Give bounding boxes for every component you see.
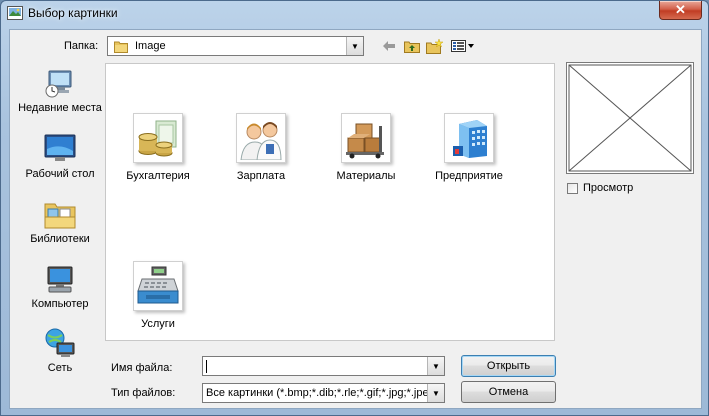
place-recent[interactable]: Недавние места bbox=[16, 67, 104, 115]
recent-places-icon bbox=[45, 70, 72, 98]
thumbnail bbox=[341, 113, 391, 163]
window-title: Выбор картинки bbox=[28, 6, 118, 20]
filename-label: Имя файла: bbox=[111, 362, 173, 374]
back-button[interactable] bbox=[378, 37, 400, 55]
preview-checkbox-label: Просмотр bbox=[583, 182, 634, 194]
list-item-services[interactable]: Услуги bbox=[110, 261, 206, 330]
up-folder-button[interactable] bbox=[401, 37, 423, 55]
up-folder-icon bbox=[404, 41, 420, 53]
place-label: Недавние места bbox=[18, 102, 102, 114]
chevron-down-icon[interactable]: ▼ bbox=[346, 37, 363, 55]
place-computer[interactable]: Компьютер bbox=[16, 263, 104, 311]
thumbnail bbox=[133, 113, 183, 163]
folder-icon bbox=[114, 41, 128, 53]
libraries-icon bbox=[44, 203, 76, 229]
thumbnail bbox=[444, 113, 494, 163]
list-item-enterprise[interactable]: Предприятие bbox=[421, 113, 517, 182]
place-label: Сеть bbox=[47, 362, 73, 374]
view-list-icon bbox=[451, 40, 474, 52]
cash-register-icon bbox=[137, 266, 179, 304]
place-network[interactable]: Сеть bbox=[16, 327, 104, 375]
building-icon bbox=[453, 120, 487, 158]
image-app-icon bbox=[7, 6, 23, 20]
thumbnail bbox=[236, 113, 286, 163]
folder-label: Папка: bbox=[64, 40, 99, 52]
place-label: Библиотеки bbox=[30, 233, 90, 245]
close-button[interactable]: ✕ bbox=[659, 1, 702, 20]
list-item-materials[interactable]: Материалы bbox=[318, 113, 414, 182]
folder-combo[interactable]: Image ▼ bbox=[107, 36, 364, 56]
dialog-client-area: Папка: Image ▼ Недавние места Рабочий ст… bbox=[9, 29, 702, 409]
new-folder-icon bbox=[426, 38, 444, 54]
cancel-button[interactable]: Отмена bbox=[461, 381, 556, 403]
checkbox-box[interactable] bbox=[567, 182, 578, 194]
empty-preview-cross bbox=[568, 64, 692, 172]
coins-icon bbox=[138, 120, 177, 157]
list-item-accounting[interactable]: Бухгалтерия bbox=[110, 113, 206, 182]
cancel-button-label: Отмена bbox=[488, 386, 529, 398]
back-arrow-icon bbox=[383, 41, 395, 51]
place-libraries[interactable]: Библиотеки bbox=[16, 198, 104, 246]
new-folder-button[interactable] bbox=[424, 37, 446, 55]
item-label: Материалы bbox=[336, 170, 396, 182]
item-label: Бухгалтерия bbox=[126, 170, 190, 182]
file-dialog-window: Выбор картинки ✕ Папка: Image ▼ Недавние… bbox=[0, 0, 709, 416]
chevron-down-icon[interactable]: ▼ bbox=[427, 357, 444, 375]
preview-checkbox[interactable]: Просмотр bbox=[567, 182, 633, 194]
computer-icon bbox=[47, 266, 73, 293]
desktop-icon bbox=[44, 134, 76, 161]
network-icon bbox=[45, 328, 75, 357]
title-bar[interactable]: Выбор картинки ✕ bbox=[1, 1, 708, 27]
list-item-salary[interactable]: Зарплата bbox=[213, 113, 309, 182]
filetype-label: Тип файлов: bbox=[111, 387, 176, 399]
place-desktop[interactable]: Рабочий стол bbox=[16, 133, 104, 181]
filetype-value: Все картинки (*.bmp;*.dib;*.rle;*.gif;*.… bbox=[206, 387, 428, 399]
item-label: Зарплата bbox=[236, 170, 286, 182]
open-button[interactable]: Открыть bbox=[461, 355, 556, 377]
places-bar: Недавние места Рабочий стол Библиотеки К… bbox=[16, 63, 104, 375]
file-list-view[interactable]: Бухгалтерия Зарплата Материалы Предприят… bbox=[105, 63, 555, 341]
preview-pane bbox=[566, 62, 694, 174]
filetype-select[interactable]: Все картинки (*.bmp;*.dib;*.rle;*.gif;*.… bbox=[202, 383, 445, 403]
text-caret bbox=[206, 359, 207, 373]
close-icon: ✕ bbox=[675, 2, 686, 17]
place-label: Рабочий стол bbox=[25, 168, 95, 180]
thumbnail bbox=[133, 261, 183, 311]
boxes-icon bbox=[346, 123, 384, 159]
chevron-down-icon[interactable]: ▼ bbox=[427, 384, 444, 402]
people-icon bbox=[240, 122, 282, 160]
open-button-label: Открыть bbox=[486, 360, 531, 372]
view-menu-button[interactable] bbox=[449, 37, 477, 55]
item-label: Услуги bbox=[141, 318, 175, 330]
place-label: Компьютер bbox=[31, 298, 89, 310]
filename-field[interactable]: ▼ bbox=[202, 356, 445, 376]
folder-value: Image bbox=[135, 40, 166, 52]
item-label: Предприятие bbox=[435, 170, 503, 182]
